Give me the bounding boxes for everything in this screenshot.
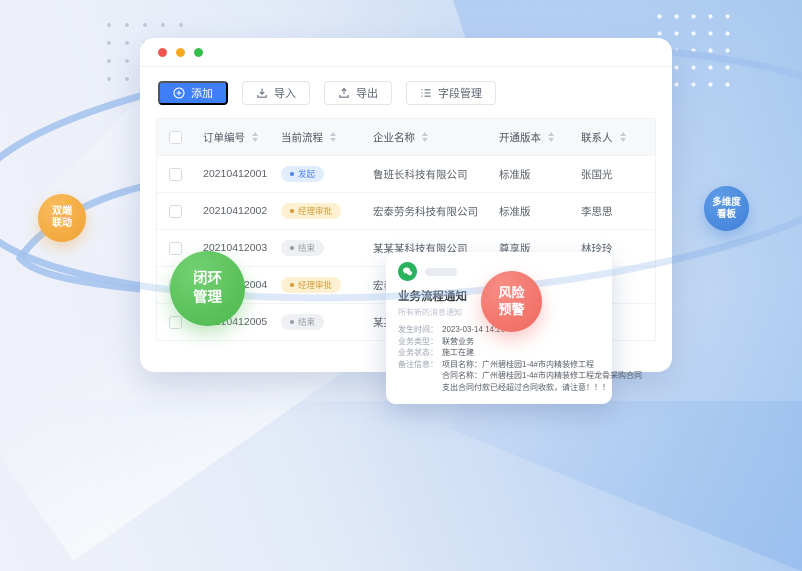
- toolbar: 添加 导入 导出 字段管理: [140, 67, 672, 116]
- sort-icon[interactable]: [620, 132, 626, 142]
- bubble-line: 联动: [52, 218, 72, 231]
- sort-icon[interactable]: [422, 132, 428, 142]
- notification-source-pill: [425, 268, 457, 276]
- column-header-3[interactable]: 企业名称: [363, 130, 489, 145]
- column-header-label: 开通版本: [499, 130, 541, 145]
- stage-dot-icon: [290, 320, 294, 324]
- field-list-icon: [420, 87, 432, 99]
- notification-field-value: 项目名称：广州碧桂园1-4#市内精装修工程: [442, 359, 594, 371]
- order-no-cell: 20210412001: [193, 168, 271, 180]
- bubble-line: 风险: [498, 285, 524, 301]
- bubble-line: 管理: [193, 289, 222, 307]
- row-checkbox[interactable]: [169, 168, 182, 181]
- notification-fields: 发生时间：2023-03-14 14:26业务类型：联营业务业务状态：施工在建备…: [398, 324, 600, 393]
- notification-field-row: 支出合同付款已经超过合同收款，请注意！！！: [398, 382, 600, 394]
- notification-field-label: [398, 382, 442, 394]
- stage-dot-icon: [290, 172, 294, 176]
- row-checkbox-cell: [157, 205, 193, 218]
- stage-dot-icon: [290, 209, 294, 213]
- stage-cell: 结束: [271, 240, 363, 256]
- field-management-button[interactable]: 字段管理: [406, 81, 496, 105]
- notification-field-row: 业务类型：联营业务: [398, 336, 600, 348]
- order-no-cell: 20210412002: [193, 205, 271, 217]
- company-cell: 宏泰劳务科技有限公司: [363, 204, 489, 219]
- stage-badge: 经理审批: [281, 277, 341, 293]
- table-row: 20210412001 发起 鲁班长科技有限公司标准版张国光: [157, 155, 655, 192]
- stage-dot-icon: [290, 246, 294, 250]
- add-button-label: 添加: [191, 85, 213, 101]
- column-header-1[interactable]: 订单编号: [193, 130, 271, 145]
- row-checkbox[interactable]: [169, 205, 182, 218]
- stage-cell: 发起: [271, 166, 363, 182]
- notification-field-value: 联营业务: [442, 336, 474, 348]
- stage-badge: 结束: [281, 314, 324, 330]
- sort-icon[interactable]: [330, 132, 336, 142]
- notification-field-row: 备注信息：项目名称：广州碧桂园1-4#市内精装修工程: [398, 359, 600, 371]
- bubble-dual-linkage[interactable]: 双端 联动: [38, 194, 86, 242]
- company-cell: 鲁班长科技有限公司: [363, 167, 489, 182]
- notification-field-label: 业务状态：: [398, 347, 442, 359]
- notification-field-label: 发生时间：: [398, 324, 442, 336]
- traffic-light-yellow-icon[interactable]: [176, 48, 185, 57]
- stage-badge: 结束: [281, 240, 324, 256]
- stage-badge: 经理审批: [281, 203, 341, 219]
- import-button[interactable]: 导入: [242, 81, 310, 105]
- notification-field-value: 施工在建: [442, 347, 474, 359]
- add-button[interactable]: 添加: [158, 81, 228, 105]
- bubble-risk-warning[interactable]: 风险 预警: [481, 271, 542, 332]
- stage-cell: 经理审批: [271, 277, 363, 293]
- row-checkbox-cell: [157, 242, 193, 255]
- bubble-line: 双端: [52, 206, 72, 219]
- bubble-line: 多维度: [712, 197, 741, 209]
- column-header-label: 订单编号: [203, 130, 245, 145]
- export-button-label: 导出: [356, 85, 378, 101]
- header-checkbox-cell: [157, 131, 193, 144]
- export-icon: [338, 87, 350, 99]
- version-cell: 标准版: [489, 167, 571, 182]
- traffic-light-red-icon[interactable]: [158, 48, 167, 57]
- notification-field-label: 备注信息：: [398, 359, 442, 371]
- bubble-line: 闭环: [193, 270, 222, 288]
- import-icon: [256, 87, 268, 99]
- wechat-icon: [398, 262, 417, 281]
- bubble-line: 预警: [498, 302, 524, 318]
- contact-cell: 张国光: [571, 167, 655, 182]
- contact-cell: 李思思: [571, 204, 655, 219]
- select-all-checkbox[interactable]: [169, 131, 182, 144]
- column-header-label: 当前流程: [281, 130, 323, 145]
- traffic-light-green-icon[interactable]: [194, 48, 203, 57]
- notification-field-label: [398, 370, 442, 382]
- column-header-4[interactable]: 开通版本: [489, 130, 571, 145]
- stage-badge: 发起: [281, 166, 324, 182]
- notification-field-row: 业务状态：施工在建: [398, 347, 600, 359]
- bubble-multi-board[interactable]: 多维度 看板: [704, 186, 749, 231]
- bubble-closed-loop[interactable]: 闭环 管理: [170, 251, 245, 326]
- column-header-label: 联系人: [581, 130, 613, 145]
- table-row: 20210412002 经理审批 宏泰劳务科技有限公司标准版李思思: [157, 192, 655, 229]
- row-checkbox-cell: [157, 168, 193, 181]
- stage-dot-icon: [290, 283, 294, 287]
- bubble-line: 看板: [717, 209, 736, 221]
- column-header-5[interactable]: 联系人: [571, 130, 655, 145]
- export-button[interactable]: 导出: [324, 81, 392, 105]
- notification-field-label: 业务类型：: [398, 336, 442, 348]
- version-cell: 标准版: [489, 204, 571, 219]
- sort-icon[interactable]: [548, 132, 554, 142]
- column-header-label: 企业名称: [373, 130, 415, 145]
- window-titlebar: [140, 38, 672, 67]
- import-button-label: 导入: [274, 85, 296, 101]
- notification-field-row: 合同名称：广州碧桂园1-4#市内精装修工程龙骨采购合同: [398, 370, 600, 382]
- stage-cell: 经理审批: [271, 203, 363, 219]
- plus-circle-icon: [173, 87, 185, 99]
- column-header-2[interactable]: 当前流程: [271, 130, 363, 145]
- row-checkbox[interactable]: [169, 316, 182, 329]
- sort-icon[interactable]: [252, 132, 258, 142]
- table-header-row: 订单编号 当前流程 企业名称 开通版本 联系人: [157, 119, 655, 155]
- stage-cell: 结束: [271, 314, 363, 330]
- notification-field-value: 支出合同付款已经超过合同收款，请注意！！！: [442, 382, 610, 394]
- notification-field-value: 合同名称：广州碧桂园1-4#市内精装修工程龙骨采购合同: [442, 370, 642, 382]
- row-checkbox[interactable]: [169, 242, 182, 255]
- field-management-button-label: 字段管理: [438, 85, 482, 101]
